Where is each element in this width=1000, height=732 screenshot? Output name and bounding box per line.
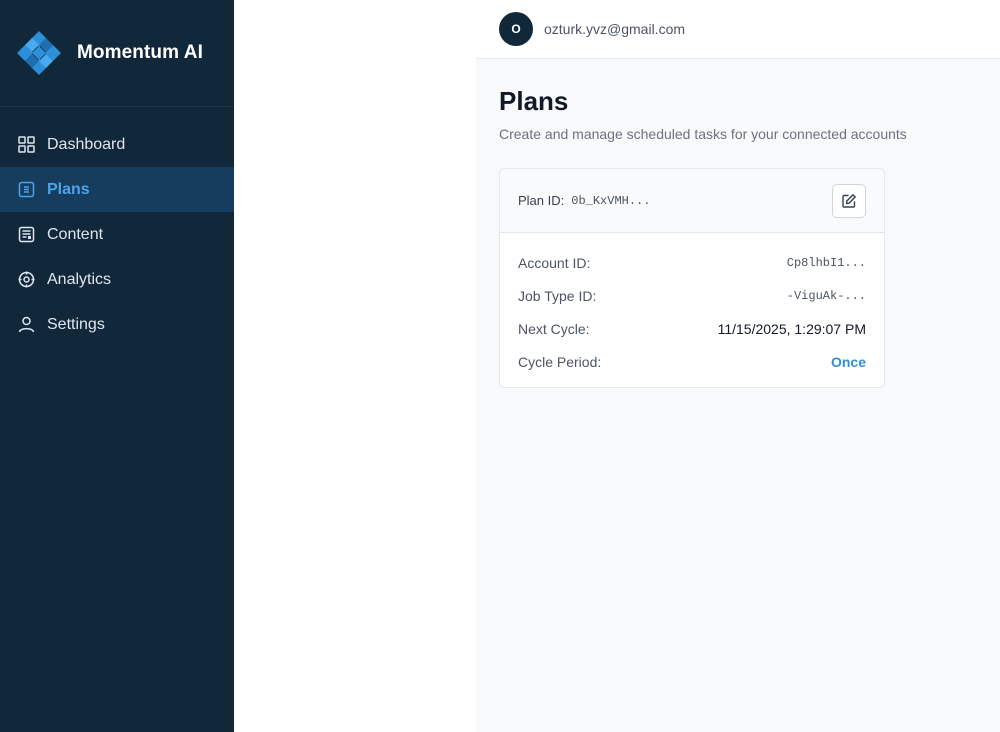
edit-plan-button[interactable] bbox=[832, 184, 866, 218]
sidebar-item-content[interactable]: Content bbox=[0, 212, 234, 257]
brand[interactable]: Momentum AI bbox=[0, 0, 234, 107]
detail-row-job-type-id: Job Type ID: -ViguAk-... bbox=[518, 279, 866, 312]
cycle-period-value: Once bbox=[830, 353, 866, 370]
sidebar-item-label: Dashboard bbox=[47, 135, 126, 153]
sidebar-nav: Dashboard Plans Content Analytics Settin… bbox=[0, 107, 234, 347]
document-icon bbox=[18, 226, 35, 243]
sidebar-item-dashboard[interactable]: Dashboard bbox=[0, 122, 234, 167]
plan-card-header: Plan ID: 0b_KxVMH... bbox=[500, 169, 884, 233]
user-icon bbox=[18, 316, 35, 333]
page-subtitle: Create and manage scheduled tasks for yo… bbox=[499, 126, 907, 142]
sidebar-item-label: Settings bbox=[47, 315, 105, 333]
momentum-logo-icon bbox=[17, 31, 61, 75]
sidebar-item-plans[interactable]: Plans bbox=[0, 167, 234, 212]
edit-icon bbox=[842, 194, 856, 208]
detail-row-next-cycle: Next Cycle: 11/15/2025, 1:29:07 PM bbox=[518, 312, 866, 345]
list-icon bbox=[18, 181, 35, 198]
target-icon bbox=[18, 271, 35, 288]
avatar[interactable]: O bbox=[499, 12, 533, 46]
user-email: ozturk.yvz@gmail.com bbox=[544, 21, 686, 37]
next-cycle-label: Next Cycle: bbox=[518, 320, 590, 337]
plan-id-value: 0b_KxVMH... bbox=[571, 193, 651, 208]
next-cycle-value: 11/15/2025, 1:29:07 PM bbox=[717, 320, 866, 337]
topbar: O ozturk.yvz@gmail.com bbox=[476, 0, 1000, 59]
sidebar: Momentum AI Dashboard Plans Content Anal… bbox=[0, 0, 234, 732]
plan-id-label: Plan ID: bbox=[518, 193, 565, 208]
sidebar-item-label: Plans bbox=[47, 180, 90, 198]
plan-card-details: Account ID: Cp8lhbI1... Job Type ID: -Vi… bbox=[500, 233, 884, 378]
job-type-id-label: Job Type ID: bbox=[518, 287, 597, 304]
sidebar-item-settings[interactable]: Settings bbox=[0, 302, 234, 347]
account-id-label: Account ID: bbox=[518, 254, 591, 271]
account-id-value: Cp8lhbI1... bbox=[786, 255, 866, 270]
sidebar-item-label: Content bbox=[47, 225, 104, 243]
job-type-id-value: -ViguAk-... bbox=[786, 288, 866, 303]
main-panel: O ozturk.yvz@gmail.com Plans Create and … bbox=[476, 0, 1000, 732]
page-title: Plans bbox=[499, 86, 569, 116]
brand-name: Momentum AI bbox=[77, 42, 204, 63]
sidebar-item-label: Analytics bbox=[47, 270, 112, 288]
grid-icon bbox=[18, 136, 35, 153]
detail-row-account-id: Account ID: Cp8lhbI1... bbox=[518, 246, 866, 279]
blank-area bbox=[234, 0, 476, 732]
plan-card: Plan ID: 0b_KxVMH... Account ID: Cp8lhbI… bbox=[499, 168, 885, 388]
sidebar-item-analytics[interactable]: Analytics bbox=[0, 257, 234, 302]
detail-row-cycle-period: Cycle Period: Once bbox=[518, 345, 866, 378]
cycle-period-label: Cycle Period: bbox=[518, 353, 602, 370]
